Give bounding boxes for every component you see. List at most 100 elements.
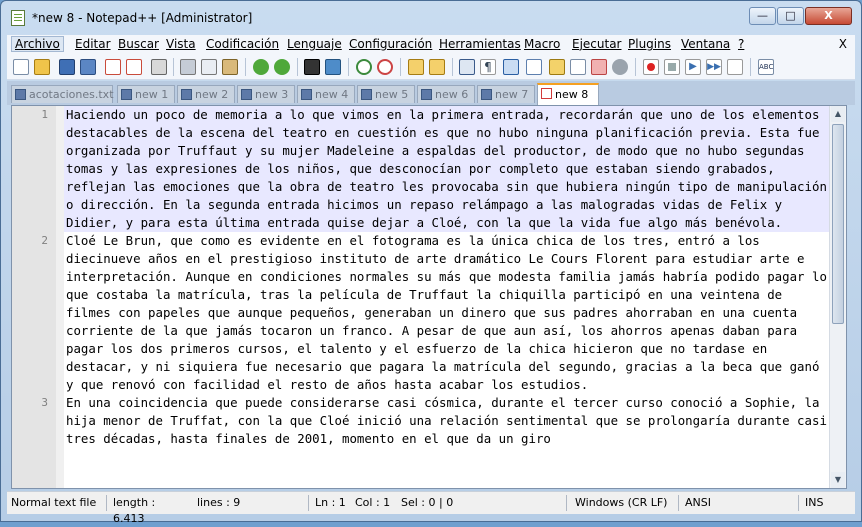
tab-bar: acotaciones.txt new 1 new 2 new 3 new 4 … xyxy=(7,81,855,105)
line-text: Cloé Le Brun, que como es evidente en el… xyxy=(66,233,827,392)
show-all-chars-icon[interactable]: ¶ xyxy=(480,59,496,75)
undo-icon[interactable] xyxy=(253,59,269,75)
document-icon xyxy=(301,89,312,100)
status-bar: Normal text file length : 6.413 lines : … xyxy=(7,491,855,525)
text-line[interactable]: 3 En una coincidencia que puede consider… xyxy=(41,394,832,448)
tab-new-1[interactable]: new 1 xyxy=(117,85,175,103)
text-line[interactable]: 2 Cloé Le Brun, que como es evidente en … xyxy=(41,232,832,394)
tab-new-8[interactable]: new 8 xyxy=(537,83,599,105)
status-column: Col : 1 xyxy=(355,496,391,509)
status-length: length : 6.413 xyxy=(113,496,156,525)
word-wrap-icon[interactable] xyxy=(459,59,475,75)
document-icon xyxy=(181,89,192,100)
document-icon xyxy=(361,89,372,100)
zoom-out-icon[interactable] xyxy=(377,59,393,75)
function-list-icon[interactable] xyxy=(549,59,565,75)
scroll-down-icon[interactable]: ▼ xyxy=(831,472,845,488)
save-all-icon[interactable] xyxy=(80,59,96,75)
folder-icon[interactable] xyxy=(570,59,586,75)
line-number-gutter xyxy=(12,106,57,488)
open-icon[interactable] xyxy=(34,59,50,75)
text-area[interactable]: 1 Haciendo un poco de memoria a lo que v… xyxy=(41,106,832,448)
fold-margin xyxy=(56,106,64,488)
maximize-button[interactable]: □ xyxy=(777,7,804,25)
indent-guide-icon[interactable] xyxy=(503,59,519,75)
status-file-type: Normal text file xyxy=(7,495,107,511)
status-selection: Sel : 0 | 0 xyxy=(397,495,567,511)
save-macro-icon[interactable] xyxy=(727,59,743,75)
document-icon xyxy=(15,89,26,100)
cut-icon[interactable] xyxy=(180,59,196,75)
menu-macro[interactable]: Macro xyxy=(524,37,560,51)
menu-lenguaje[interactable]: Lenguaje xyxy=(287,37,342,51)
scroll-thumb[interactable] xyxy=(832,124,844,324)
paste-icon[interactable] xyxy=(222,59,238,75)
menu-bar: Archivo Editar Buscar Vista Codificación… xyxy=(7,35,855,55)
tab-new-3[interactable]: new 3 xyxy=(237,85,295,103)
menu-editar[interactable]: Editar xyxy=(75,37,111,51)
window-title: *new 8 - Notepad++ [Administrator] xyxy=(32,11,253,25)
new-icon[interactable] xyxy=(13,59,29,75)
text-editor[interactable]: 1 Haciendo un poco de memoria a lo que v… xyxy=(11,105,847,489)
menu-codificacion[interactable]: Codificación xyxy=(206,37,279,51)
line-text: Haciendo un poco de memoria a lo que vim… xyxy=(66,107,827,230)
print-icon[interactable] xyxy=(151,59,167,75)
minimize-button[interactable]: — xyxy=(749,7,776,25)
status-insert-mode: INS xyxy=(805,496,824,509)
monitor-icon[interactable] xyxy=(591,59,607,75)
zoom-in-icon[interactable] xyxy=(356,59,372,75)
tab-new-7[interactable]: new 7 xyxy=(477,85,535,103)
app-window: *new 8 - Notepad++ [Administrator] — □ X… xyxy=(0,0,862,525)
scroll-up-icon[interactable]: ▲ xyxy=(831,106,845,122)
close-document-button[interactable]: X xyxy=(839,37,847,51)
vertical-scrollbar[interactable]: ▲ ▼ xyxy=(829,106,846,488)
menu-archivo[interactable]: Archivo xyxy=(11,36,64,52)
tab-new-4[interactable]: new 4 xyxy=(297,85,355,103)
tab-new-5[interactable]: new 5 xyxy=(357,85,415,103)
save-icon[interactable] xyxy=(59,59,75,75)
status-lines: lines : 9 xyxy=(193,495,309,511)
stop-icon[interactable] xyxy=(664,59,680,75)
play-icon[interactable]: ▶ xyxy=(685,59,701,75)
sync-v-icon[interactable] xyxy=(408,59,424,75)
line-text: En una coincidencia que puede considerar… xyxy=(66,395,827,446)
menu-ejecutar[interactable]: Ejecutar xyxy=(572,37,622,51)
document-icon xyxy=(421,89,432,100)
copy-icon[interactable] xyxy=(201,59,217,75)
doc-map-icon[interactable] xyxy=(526,59,542,75)
line-number: 2 xyxy=(41,234,48,247)
spellcheck-icon[interactable]: ABC xyxy=(758,59,774,75)
sync-h-icon[interactable] xyxy=(429,59,445,75)
tab-new-2[interactable]: new 2 xyxy=(177,85,235,103)
close-all-icon[interactable] xyxy=(126,59,142,75)
menu-configuracion[interactable]: Configuración xyxy=(349,37,432,51)
menu-herramientas[interactable]: Herramientas xyxy=(439,37,521,51)
status-line: Ln : 1 xyxy=(315,496,346,509)
tab-new-6[interactable]: new 6 xyxy=(417,85,475,103)
play-multi-icon[interactable]: ▶▶ xyxy=(706,59,722,75)
redo-icon[interactable] xyxy=(274,59,290,75)
title-bar[interactable]: *new 8 - Notepad++ [Administrator] — □ X xyxy=(1,1,861,35)
doc-switcher-icon[interactable] xyxy=(612,59,628,75)
line-number: 1 xyxy=(41,108,48,121)
line-number: 3 xyxy=(41,396,48,409)
close-icon[interactable] xyxy=(105,59,121,75)
toolbar: ¶ ▶ ▶▶ ABC xyxy=(7,55,855,80)
tab-acotaciones[interactable]: acotaciones.txt xyxy=(11,85,114,103)
unsaved-document-icon xyxy=(541,88,552,99)
status-encoding: ANSI xyxy=(681,495,799,511)
menu-buscar[interactable]: Buscar xyxy=(118,37,159,51)
menu-help[interactable]: ? xyxy=(738,37,744,51)
record-icon[interactable] xyxy=(643,59,659,75)
document-icon xyxy=(121,89,132,100)
menu-vista[interactable]: Vista xyxy=(166,37,196,51)
find-icon[interactable] xyxy=(304,59,320,75)
menu-plugins[interactable]: Plugins xyxy=(628,37,671,51)
menu-ventana[interactable]: Ventana xyxy=(681,37,730,51)
document-icon xyxy=(241,89,252,100)
notepad-app-icon xyxy=(11,10,25,26)
replace-icon[interactable] xyxy=(325,59,341,75)
status-eol: Windows (CR LF) xyxy=(571,495,679,511)
text-line[interactable]: 1 Haciendo un poco de memoria a lo que v… xyxy=(41,106,832,232)
close-window-button[interactable]: X xyxy=(805,7,852,25)
